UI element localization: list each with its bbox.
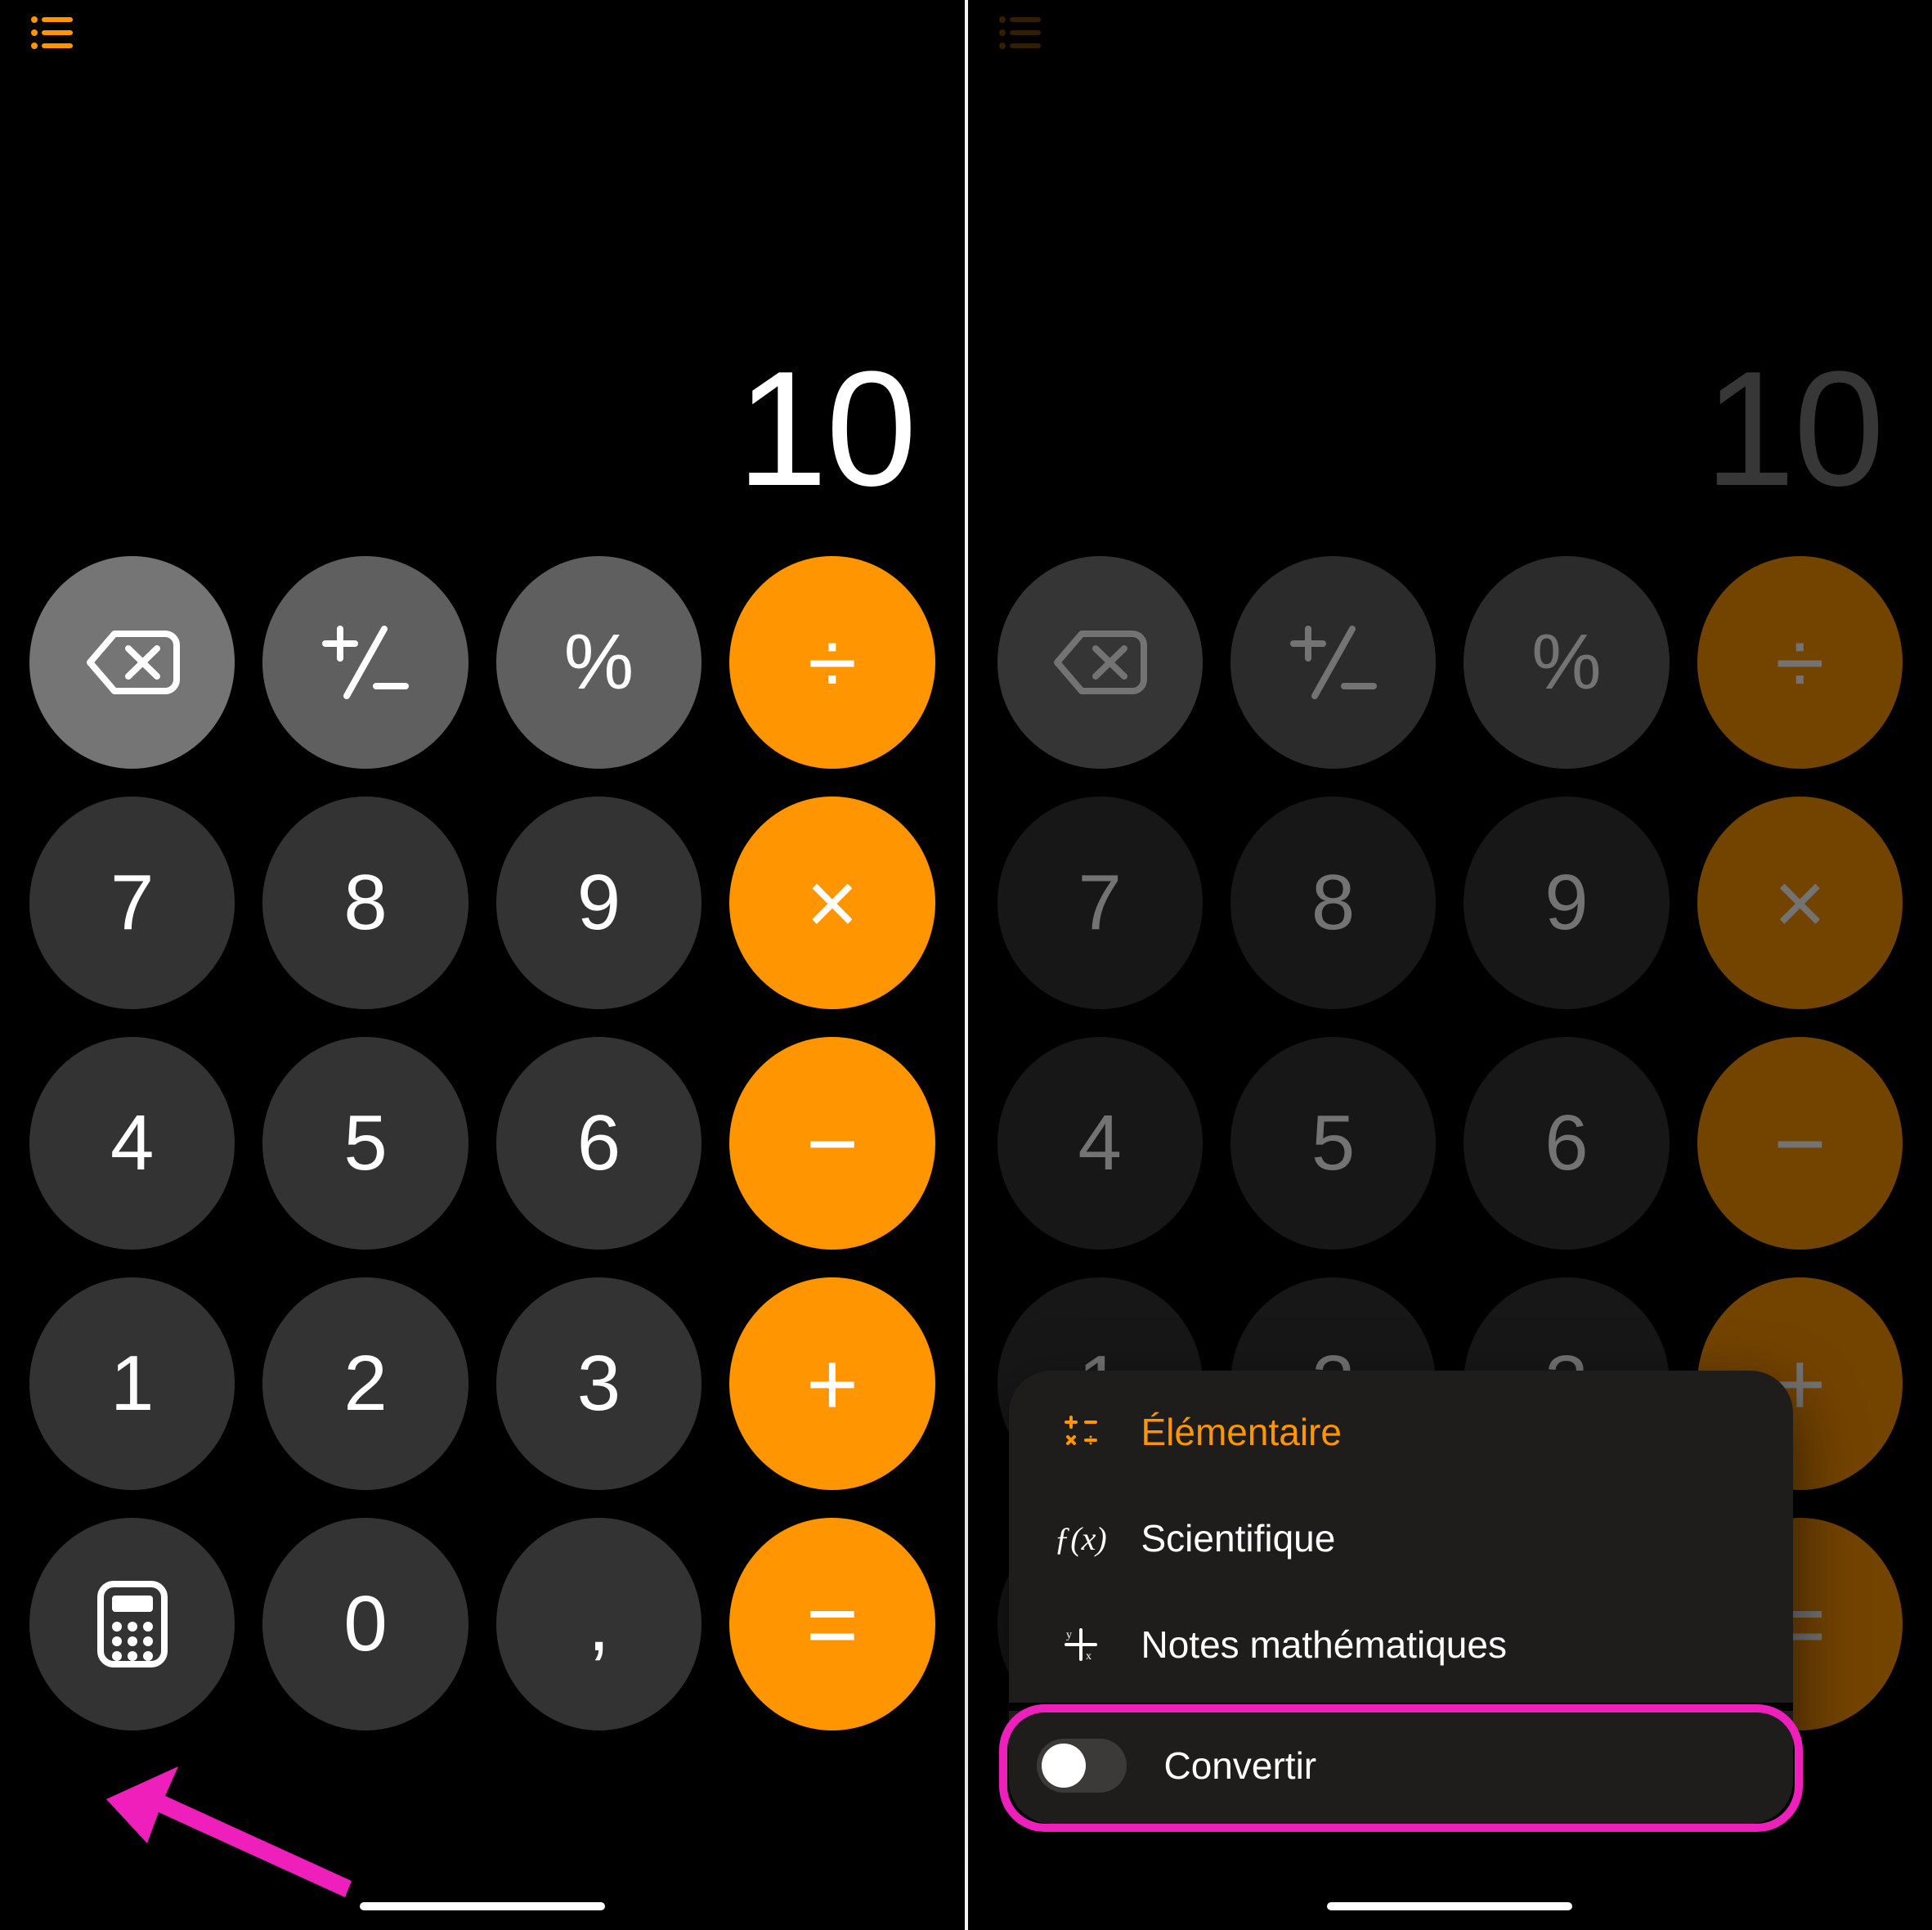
minus-button[interactable]: − (729, 1037, 935, 1250)
history-list-icon[interactable] (997, 15, 1042, 51)
home-indicator[interactable] (1327, 1902, 1572, 1910)
keypad: % ÷ 7 8 9 × 4 5 6 − 1 2 3 + (0, 556, 965, 1763)
digit-3-button[interactable]: 3 (496, 1277, 702, 1490)
svg-text:y: y (1066, 1629, 1072, 1641)
menu-item-label: Notes mathématiques (1141, 1623, 1507, 1667)
divide-button[interactable]: ÷ (729, 556, 935, 769)
digit-5-button[interactable]: 5 (262, 1037, 468, 1250)
calculator-icon (96, 1579, 169, 1669)
backspace-button[interactable] (29, 556, 235, 769)
display-value: 10 (737, 335, 915, 523)
menu-item-scientific[interactable]: ƒ(x) Scientifique (1009, 1485, 1794, 1591)
multiply-button[interactable]: × (729, 797, 935, 1009)
mathnotes-mode-icon: y x (1058, 1625, 1104, 1664)
plus-minus-button[interactable] (1230, 556, 1436, 769)
scientific-mode-icon: ƒ(x) (1058, 1519, 1104, 1558)
digit-9-button[interactable]: 9 (496, 797, 702, 1009)
percent-button[interactable]: % (496, 556, 702, 769)
convert-toggle[interactable] (1037, 1739, 1127, 1793)
digit-1-button[interactable]: 1 (29, 1277, 235, 1490)
digit-4-button[interactable]: 4 (997, 1037, 1203, 1250)
plus-button[interactable]: + (729, 1277, 935, 1490)
percent-button[interactable]: % (1464, 556, 1669, 769)
divide-button[interactable]: ÷ (1697, 556, 1903, 769)
digit-8-button[interactable]: 8 (1230, 797, 1436, 1009)
menu-item-basic[interactable]: Élémentaire (1009, 1379, 1794, 1485)
calculator-screen-mode-menu: 10 % ÷ 7 8 9 (968, 0, 1932, 1930)
mode-switch-button[interactable] (29, 1518, 235, 1730)
digit-7-button[interactable]: 7 (29, 797, 235, 1009)
basic-mode-icon (1058, 1412, 1104, 1452)
calculator-screen-basic: 10 % ÷ 7 8 (0, 0, 965, 1930)
digit-6-button[interactable]: 6 (1464, 1037, 1669, 1250)
digit-7-button[interactable]: 7 (997, 797, 1203, 1009)
plus-minus-icon (321, 617, 410, 707)
multiply-button[interactable]: × (1697, 797, 1903, 1009)
history-list-icon[interactable] (29, 15, 74, 51)
calculator-display: 10 (968, 65, 1932, 556)
digit-0-button[interactable]: 0 (262, 1518, 468, 1730)
plus-minus-button[interactable] (262, 556, 468, 769)
menu-item-mathnotes[interactable]: y x Notes mathématiques (1009, 1591, 1794, 1698)
digit-9-button[interactable]: 9 (1464, 797, 1669, 1009)
menu-item-label: Élémentaire (1141, 1410, 1342, 1454)
backspace-button[interactable] (997, 556, 1203, 769)
backspace-icon (83, 626, 182, 699)
digit-6-button[interactable]: 6 (496, 1037, 702, 1250)
backspace-icon (1051, 626, 1149, 699)
digit-8-button[interactable]: 8 (262, 797, 468, 1009)
menu-item-label: Convertir (1164, 1744, 1317, 1788)
plus-minus-icon (1289, 617, 1378, 707)
decimal-button[interactable]: , (496, 1518, 702, 1730)
home-indicator[interactable] (360, 1902, 605, 1910)
display-value: 10 (1705, 335, 1883, 523)
svg-text:x: x (1086, 1650, 1092, 1663)
mode-menu-popover: Élémentaire ƒ(x) Scientifique y x Notes … (1009, 1371, 1794, 1824)
digit-2-button[interactable]: 2 (262, 1277, 468, 1490)
digit-5-button[interactable]: 5 (1230, 1037, 1436, 1250)
minus-button[interactable]: − (1697, 1037, 1903, 1250)
digit-4-button[interactable]: 4 (29, 1037, 235, 1250)
equals-button[interactable]: = (729, 1518, 935, 1730)
menu-divider (1009, 1703, 1794, 1711)
menu-item-label: Scientifique (1141, 1516, 1336, 1560)
calculator-display: 10 (0, 65, 965, 556)
menu-item-convert[interactable]: Convertir (1009, 1716, 1794, 1816)
